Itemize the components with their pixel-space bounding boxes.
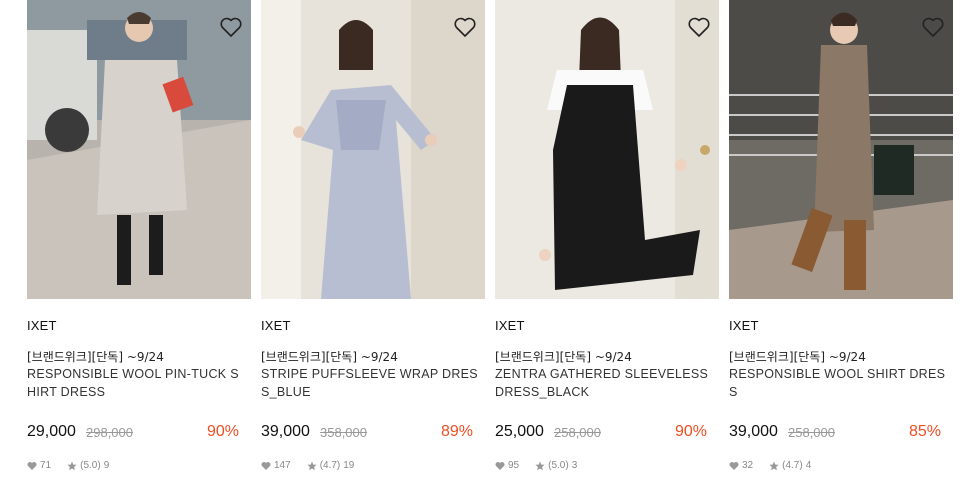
star-icon <box>535 461 545 471</box>
wishlist-heart-icon[interactable] <box>921 16 945 38</box>
like-count: 32 <box>742 460 754 471</box>
product-card[interactable]: IXET [브랜드위크][단독] ~9/24 RESPONSIBLE WOOL … <box>729 0 953 501</box>
rating-score: (5.0) <box>548 460 569 471</box>
product-name[interactable]: RESPONSIBLE WOOL SHIRT DRESS <box>729 365 949 401</box>
brand-name[interactable]: IXET <box>729 318 759 333</box>
promo-tag: [브랜드위크][단독] ~9/24 <box>27 350 164 364</box>
product-name[interactable]: STRIPE PUFFSLEEVE WRAP DRESS_BLUE <box>261 365 481 401</box>
sale-price: 39,000 <box>729 423 778 440</box>
product-stats: 95 (5.0) 3 <box>495 460 580 471</box>
star-icon <box>67 461 77 471</box>
product-name[interactable]: ZENTRA GATHERED SLEEVELESS DRESS_BLACK <box>495 365 715 401</box>
product-photo-2 <box>261 0 485 299</box>
rating-score: (5.0) <box>80 460 101 471</box>
rating-score: (4.7) <box>319 460 341 471</box>
heart-filled-icon <box>729 461 739 471</box>
promo-tag: [브랜드위크][단독] ~9/24 <box>495 350 632 364</box>
wishlist-heart-icon[interactable] <box>219 16 243 38</box>
product-card[interactable]: IXET [브랜드위크][단독] ~9/24 ZENTRA GATHERED S… <box>495 0 719 501</box>
original-price: 358,000 <box>320 425 367 440</box>
rating-score: (4.7) <box>782 460 803 471</box>
product-image[interactable] <box>261 0 485 299</box>
review-count: 19 <box>343 460 355 471</box>
star-icon <box>307 461 317 471</box>
review-count: 4 <box>805 460 812 471</box>
product-image[interactable] <box>729 0 953 299</box>
product-grid: IXET [브랜드위크][단독] ~9/24 RESPONSIBLE WOOL … <box>27 0 963 501</box>
discount-rate: 85% <box>908 423 941 440</box>
brand-name[interactable]: IXET <box>261 318 291 333</box>
product-stats: 71 (5.0) 9 <box>27 460 112 471</box>
heart-filled-icon <box>495 461 505 471</box>
promo-tag: [브랜드위크][단독] ~9/24 <box>261 350 398 364</box>
review-count: 9 <box>103 460 110 471</box>
price-row: 29,000 298,000 90% <box>27 423 239 445</box>
like-count: 147 <box>274 460 291 471</box>
star-icon <box>769 461 779 471</box>
like-count: 71 <box>40 460 52 471</box>
product-card[interactable]: IXET [브랜드위크][단독] ~9/24 STRIPE PUFFSLEEVE… <box>261 0 485 501</box>
like-count: 95 <box>508 460 520 471</box>
discount-rate: 90% <box>674 423 707 440</box>
price-row: 25,000 258,000 90% <box>495 423 707 445</box>
original-price: 258,000 <box>554 425 601 440</box>
product-name[interactable]: RESPONSIBLE WOOL PIN-TUCK SHIRT DRESS <box>27 365 247 401</box>
product-photo-4 <box>729 0 953 299</box>
original-price: 298,000 <box>86 425 133 440</box>
review-count: 3 <box>571 460 578 471</box>
product-card[interactable]: IXET [브랜드위크][단독] ~9/24 RESPONSIBLE WOOL … <box>27 0 251 501</box>
price-row: 39,000 258,000 85% <box>729 423 941 445</box>
discount-rate: 89% <box>440 423 473 440</box>
brand-name[interactable]: IXET <box>27 318 57 333</box>
heart-filled-icon <box>27 461 37 471</box>
price-row: 39,000 358,000 89% <box>261 423 473 445</box>
brand-name[interactable]: IXET <box>495 318 525 333</box>
product-photo-3 <box>495 0 719 299</box>
discount-rate: 90% <box>206 423 239 440</box>
sale-price: 39,000 <box>261 423 310 440</box>
original-price: 258,000 <box>788 425 835 440</box>
product-image[interactable] <box>495 0 719 299</box>
sale-price: 25,000 <box>495 423 544 440</box>
product-stats: 147 (4.7) 19 <box>261 460 357 471</box>
product-image[interactable] <box>27 0 251 299</box>
heart-filled-icon <box>261 461 271 471</box>
promo-tag: [브랜드위크][단독] ~9/24 <box>729 350 866 364</box>
wishlist-heart-icon[interactable] <box>687 16 711 38</box>
product-photo-1 <box>27 0 251 299</box>
sale-price: 29,000 <box>27 423 76 440</box>
product-stats: 32 (4.7) 4 <box>729 460 814 471</box>
wishlist-heart-icon[interactable] <box>453 16 477 38</box>
